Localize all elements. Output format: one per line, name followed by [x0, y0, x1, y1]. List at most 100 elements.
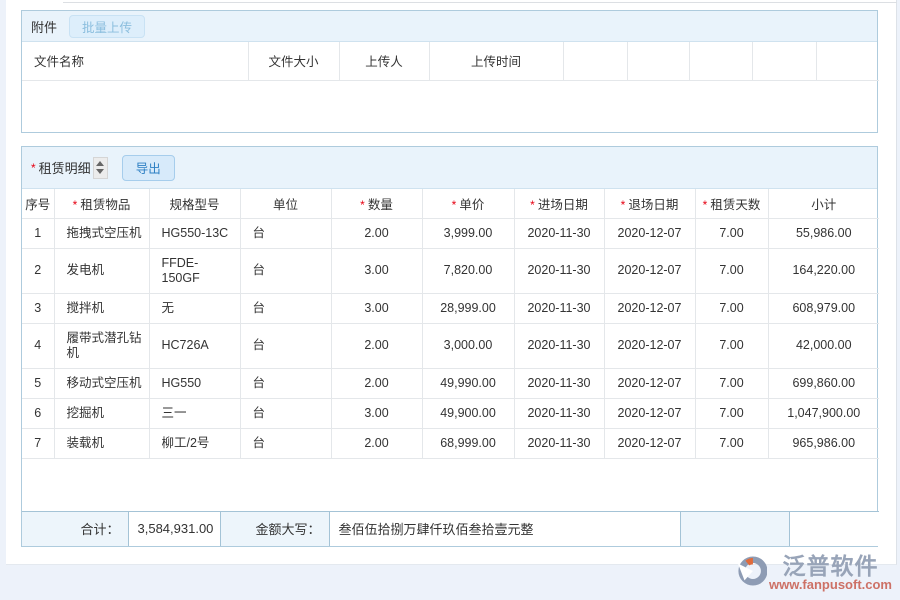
table-cell: 2020-12-07	[604, 323, 695, 368]
export-button[interactable]: 导出	[122, 155, 175, 181]
column-header	[627, 42, 689, 80]
table-cell: 699,860.00	[768, 368, 879, 398]
table-cell: 3,000.00	[422, 323, 514, 368]
table-cell: 2.00	[331, 368, 422, 398]
table-row: 5移动式空压机HG550台2.0049,990.002020-11-302020…	[22, 368, 879, 398]
column-header: 文件大小	[248, 42, 339, 80]
column-header-label: 单位	[273, 198, 298, 212]
table-cell: 台	[240, 323, 331, 368]
table-cell: 2.00	[331, 218, 422, 248]
table-cell: 7.00	[695, 293, 768, 323]
table-cell: 挖掘机	[54, 398, 149, 428]
footer-empty-cell	[789, 511, 879, 546]
table-cell: 965,986.00	[768, 428, 879, 458]
column-header	[563, 42, 627, 80]
table-cell: 49,900.00	[422, 398, 514, 428]
column-header: 上传人	[339, 42, 429, 80]
column-header: 上传时间	[429, 42, 563, 80]
required-asterisk: *	[73, 198, 78, 212]
table-cell: 2020-11-30	[514, 398, 604, 428]
attachments-header-bar: 附件 批量上传	[22, 11, 877, 42]
column-header: 小计	[768, 189, 879, 218]
table-cell: 3.00	[331, 398, 422, 428]
required-asterisk: *	[360, 198, 365, 212]
chevron-down-icon[interactable]	[96, 169, 104, 174]
table-cell: 移动式空压机	[54, 368, 149, 398]
table-cell: 6	[22, 398, 54, 428]
table-row: 4履带式潜孔钻机HC726A台2.003,000.002020-11-30202…	[22, 323, 879, 368]
table-row: 1拖拽式空压机HG550-13C台2.003,999.002020-11-302…	[22, 218, 879, 248]
batch-upload-button[interactable]: 批量上传	[69, 15, 145, 38]
attachments-table: 文件名称文件大小上传人 上传时间	[22, 42, 879, 81]
table-cell: 7.00	[695, 398, 768, 428]
rental-detail-stepper[interactable]	[93, 157, 108, 179]
footer-empty-cell	[680, 511, 789, 546]
table-cell: 164,220.00	[768, 248, 879, 293]
attachments-section: 附件 批量上传 文件名称文件大小上传人 上传时间	[21, 10, 878, 133]
column-header-label: 租赁天数	[710, 198, 760, 212]
column-header-label: 小计	[811, 198, 836, 212]
rental-header-row: 序号*租赁物品规格型号单位*数量*单价*进场日期*退场日期*租赁天数小计	[22, 189, 879, 218]
rental-title: 租赁明细	[39, 158, 91, 177]
table-row: 3搅拌机无台3.0028,999.002020-11-302020-12-077…	[22, 293, 879, 323]
column-header	[816, 42, 879, 80]
table-cell: 608,979.00	[768, 293, 879, 323]
attachments-header-row: 文件名称文件大小上传人 上传时间	[22, 42, 879, 80]
required-asterisk: *	[703, 198, 708, 212]
column-header-label: 租赁物品	[80, 198, 130, 212]
table-cell: 台	[240, 398, 331, 428]
table-cell: 2020-11-30	[514, 248, 604, 293]
table-cell: 三一	[149, 398, 240, 428]
column-header	[689, 42, 752, 80]
table-cell: 2020-11-30	[514, 368, 604, 398]
column-header: 文件名称	[22, 42, 248, 80]
table-cell: 2020-12-07	[604, 218, 695, 248]
column-header-label: 退场日期	[628, 198, 678, 212]
column-header: *数量	[331, 189, 422, 218]
table-cell: 1,047,900.00	[768, 398, 879, 428]
table-cell: 2020-12-07	[604, 368, 695, 398]
table-cell: 搅拌机	[54, 293, 149, 323]
table-cell: 2020-12-07	[604, 248, 695, 293]
column-header-label: 数量	[368, 198, 393, 212]
table-cell: 2020-12-07	[604, 428, 695, 458]
table-cell: 7.00	[695, 218, 768, 248]
table-cell: 4	[22, 323, 54, 368]
table-row: 6挖掘机三一台3.0049,900.002020-11-302020-12-07…	[22, 398, 879, 428]
table-cell: 68,999.00	[422, 428, 514, 458]
required-asterisk: *	[452, 198, 457, 212]
table-cell: 台	[240, 368, 331, 398]
table-cell: 42,000.00	[768, 323, 879, 368]
table-cell: 7.00	[695, 368, 768, 398]
required-asterisk: *	[621, 198, 626, 212]
table-cell: 台	[240, 218, 331, 248]
column-header-label: 规格型号	[169, 198, 219, 212]
table-cell: 台	[240, 428, 331, 458]
attachments-title: 附件	[31, 17, 57, 36]
column-header: *进场日期	[514, 189, 604, 218]
table-cell: 28,999.00	[422, 293, 514, 323]
column-header-label: 序号	[25, 198, 50, 212]
column-header: *租赁物品	[54, 189, 149, 218]
column-header-label: 进场日期	[538, 198, 588, 212]
table-cell: 装载机	[54, 428, 149, 458]
attachments-empty-area	[22, 81, 877, 133]
table-row: 2发电机FFDE-150GF台3.007,820.002020-11-30202…	[22, 248, 879, 293]
table-cell: 3,999.00	[422, 218, 514, 248]
column-header: *单价	[422, 189, 514, 218]
table-cell: 3	[22, 293, 54, 323]
table-cell: 3.00	[331, 248, 422, 293]
rental-header-bar: * 租赁明细 导出	[22, 147, 877, 189]
chevron-up-icon[interactable]	[96, 161, 104, 166]
total-label: 合计：	[22, 511, 128, 546]
table-cell: HG550	[149, 368, 240, 398]
required-asterisk: *	[530, 198, 535, 212]
column-header	[752, 42, 816, 80]
vendor-watermark: 泛普软件 www.fanpusoft.com	[737, 554, 892, 592]
rental-footer: 合计： 3,584,931.00 金额大写： 叁佰伍拾捌万肆仟玖佰叁拾壹元整	[22, 511, 879, 547]
column-header: 规格型号	[149, 189, 240, 218]
column-header-label: 上传时间	[471, 55, 521, 69]
column-header: *退场日期	[604, 189, 695, 218]
table-cell: 履带式潜孔钻机	[54, 323, 149, 368]
table-cell: FFDE-150GF	[149, 248, 240, 293]
